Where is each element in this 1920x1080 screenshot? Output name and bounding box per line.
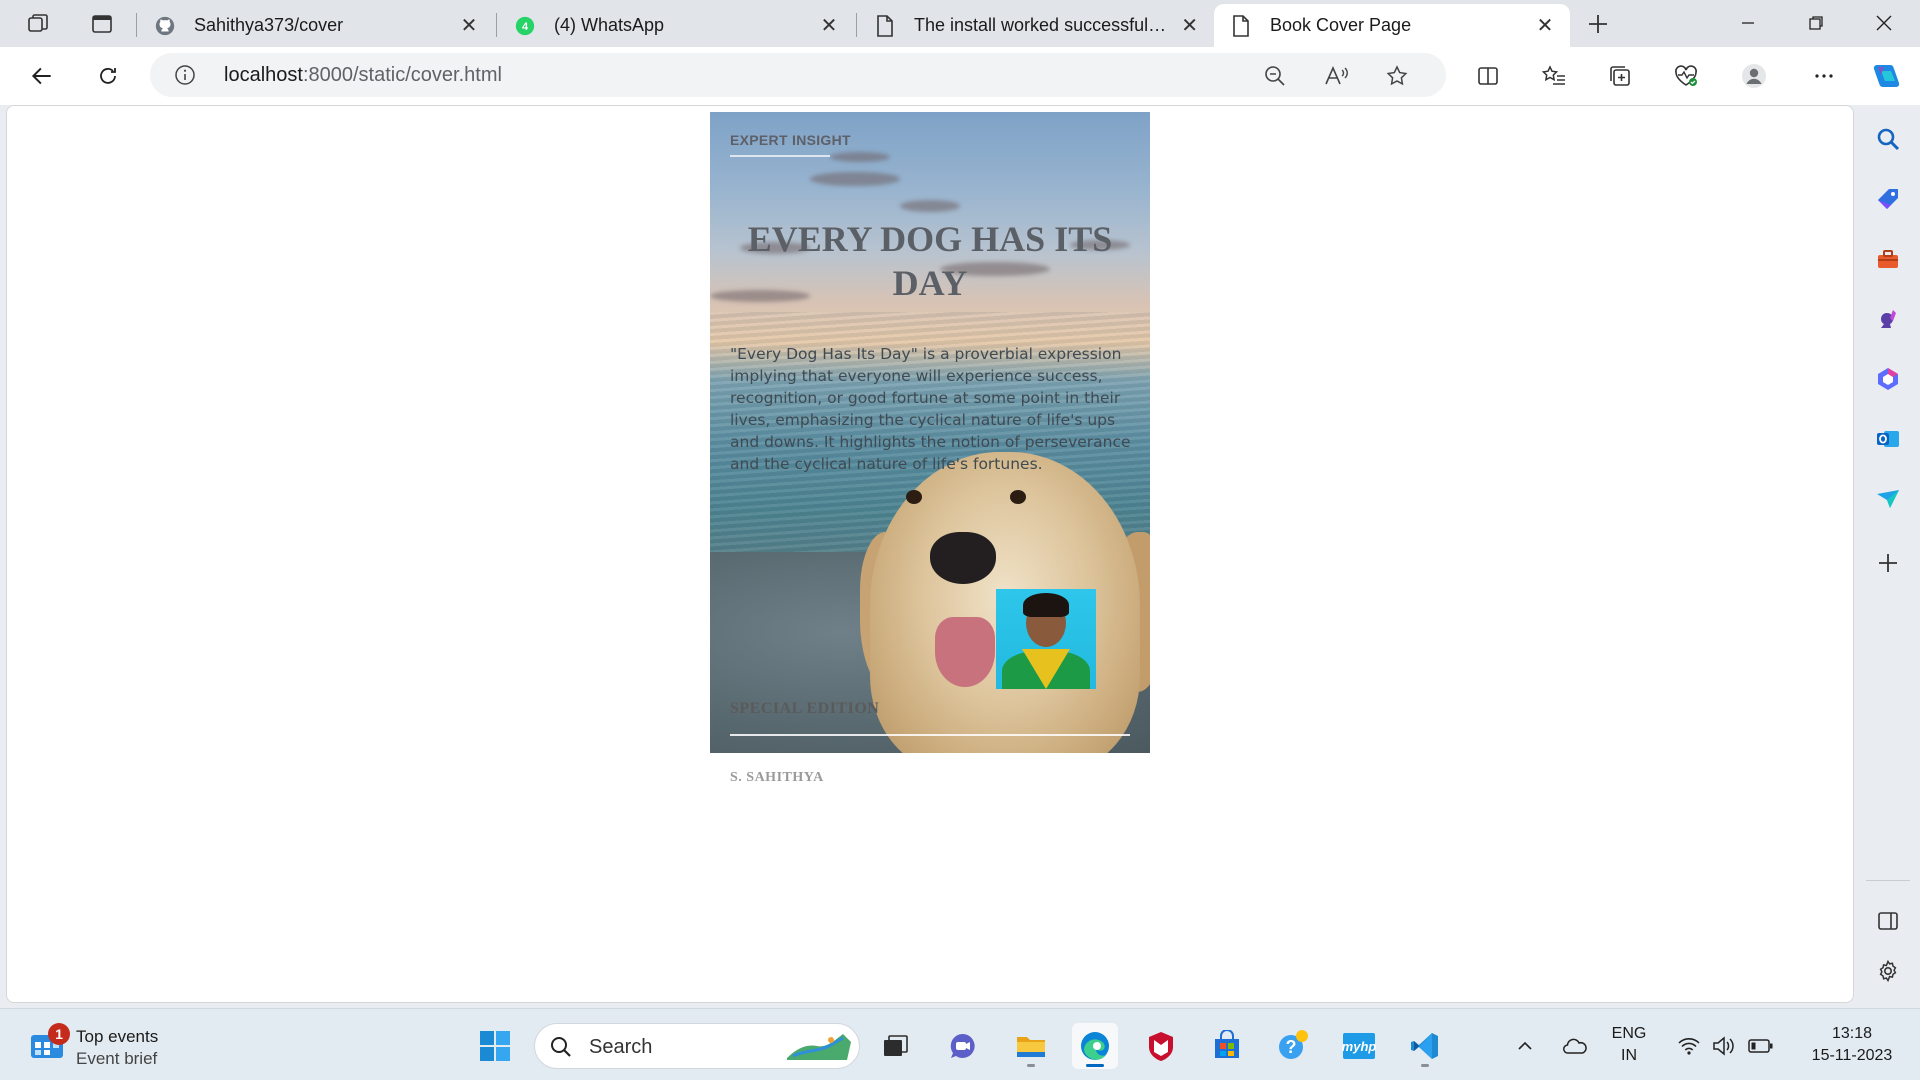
restore-icon[interactable] [1784,0,1848,46]
clock-time: 13:18 [1831,1025,1873,1042]
file-explorer-icon[interactable] [1008,1023,1054,1069]
url-path: :8000/static/cover.html [302,64,502,86]
page-icon [874,14,896,37]
microsoft-365-icon[interactable] [1868,359,1908,399]
widget-subtitle: Event brief [76,1049,158,1068]
whatsapp-badge: 4 [522,21,529,33]
tab-install[interactable]: The install worked successfully! C ✕ [858,4,1214,47]
url-text: localhost:8000/static/cover.html [224,64,502,87]
tools-toolbox-icon[interactable] [1868,239,1908,279]
browser-essentials-icon[interactable] [1666,56,1706,96]
outlook-icon[interactable] [1868,419,1908,459]
widget-title: Top events [76,1027,159,1046]
language-code: ENG [1611,1025,1647,1042]
read-aloud-icon[interactable] [1322,61,1352,91]
microsoft-store-icon[interactable] [1204,1023,1250,1069]
widgets-button[interactable]: 1 Top events Event brief [26,1023,226,1069]
url-host: localhost [224,64,303,86]
author-name: S. SAHITHYA [730,770,824,785]
edition-divider [730,734,1130,736]
close-tab-icon[interactable]: ✕ [458,15,480,37]
refresh-icon[interactable] [88,56,128,96]
tab-strip: Sahithya373/cover ✕ 4 (4) WhatsApp ✕ The… [0,0,1920,47]
cover-label: EXPERT INSIGHT [730,132,851,148]
tab-title: (4) WhatsApp [554,15,665,35]
svg-text:myhp: myhp [1342,1039,1376,1054]
show-hidden-icons-icon[interactable] [1510,1031,1540,1061]
clock-date: 15-11-2023 [1811,1047,1893,1064]
clock[interactable]: 13:18 15-11-2023 [1794,1023,1910,1067]
myhp-icon[interactable]: myhp [1336,1023,1382,1069]
taskbar-search-box[interactable]: Search [534,1023,860,1069]
more-options-icon[interactable] [1804,56,1844,96]
shopping-tag-icon[interactable] [1868,179,1908,219]
book-cover: EXPERT INSIGHT EVERY DOG HAS ITS DAY "Ev… [710,112,1150,753]
send-icon[interactable] [1868,479,1908,519]
search-icon[interactable] [1868,119,1908,159]
page-viewport: EXPERT INSIGHT EVERY DOG HAS ITS DAY "Ev… [6,105,1854,1003]
site-info-icon[interactable] [174,64,196,86]
task-view-icon[interactable] [872,1023,918,1069]
close-tab-icon[interactable]: ✕ [1179,15,1200,37]
mcafee-icon[interactable] [1138,1023,1184,1069]
tab-title: The install worked successfully! C [914,15,1170,35]
zoom-out-icon[interactable] [1260,61,1290,91]
copilot-icon[interactable] [1866,56,1906,96]
tab-actions-icon[interactable] [86,8,118,40]
edition-label: SPECIAL EDITION [730,700,880,717]
workspaces-icon[interactable] [22,8,54,40]
taskbar: 1 Top events Event brief Search ? myhp E… [0,1008,1920,1080]
page-icon [1230,14,1252,37]
settings-gear-icon[interactable] [1868,951,1908,991]
language-indicator[interactable]: ENG IN [1606,1023,1652,1067]
tab-whatsapp[interactable]: 4 (4) WhatsApp ✕ [498,4,854,47]
tab-book-cover[interactable]: Book Cover Page ✕ [1214,4,1570,47]
battery-icon[interactable] [1746,1031,1776,1061]
new-tab-icon[interactable] [1582,8,1614,40]
search-highlight-icon [783,1030,855,1064]
search-placeholder: Search [589,1036,653,1058]
back-icon[interactable] [22,56,62,96]
minimize-icon[interactable] [1716,0,1780,46]
get-help-icon[interactable]: ? [1270,1023,1316,1069]
cover-description: "Every Dog Has Its Day" is a proverbial … [730,345,1131,473]
address-bar[interactable]: localhost:8000/static/cover.html [150,53,1446,97]
language-region: IN [1621,1047,1637,1064]
edge-browser-icon[interactable] [1072,1023,1118,1069]
vscode-icon[interactable] [1402,1023,1448,1069]
close-window-icon[interactable] [1852,0,1916,46]
profile-avatar-icon[interactable] [1734,56,1774,96]
tab-github[interactable]: Sahithya373/cover ✕ [138,4,494,47]
games-icon[interactable] [1868,299,1908,339]
close-tab-icon[interactable]: ✕ [818,15,840,37]
teams-chat-icon[interactable] [940,1023,986,1069]
cover-title: EVERY DOG HAS ITS DAY [747,219,1113,303]
volume-icon[interactable] [1710,1031,1740,1061]
tab-title: Sahithya373/cover [194,15,344,35]
search-icon [549,1035,573,1059]
favorite-star-icon[interactable] [1382,61,1412,91]
author-photo [996,589,1096,689]
notification-badge: 1 [48,1023,70,1045]
close-tab-icon[interactable]: ✕ [1534,15,1556,37]
start-button[interactable] [472,1023,518,1069]
tab-title: Book Cover Page [1270,15,1412,35]
svg-text:?: ? [1286,1037,1297,1057]
favorites-icon[interactable] [1534,56,1574,96]
browser-toolbar: localhost:8000/static/cover.html [0,47,1920,105]
split-screen-icon[interactable] [1468,56,1508,96]
collections-icon[interactable] [1600,56,1640,96]
wifi-icon[interactable] [1674,1031,1704,1061]
github-icon [154,15,176,37]
onedrive-icon[interactable] [1560,1031,1590,1061]
edge-sidebar [1856,105,1920,1003]
whatsapp-icon: 4 [514,15,536,37]
add-sidebar-app-icon[interactable] [1868,543,1908,583]
sidebar-layout-icon[interactable] [1868,901,1908,941]
label-underline [730,155,830,157]
